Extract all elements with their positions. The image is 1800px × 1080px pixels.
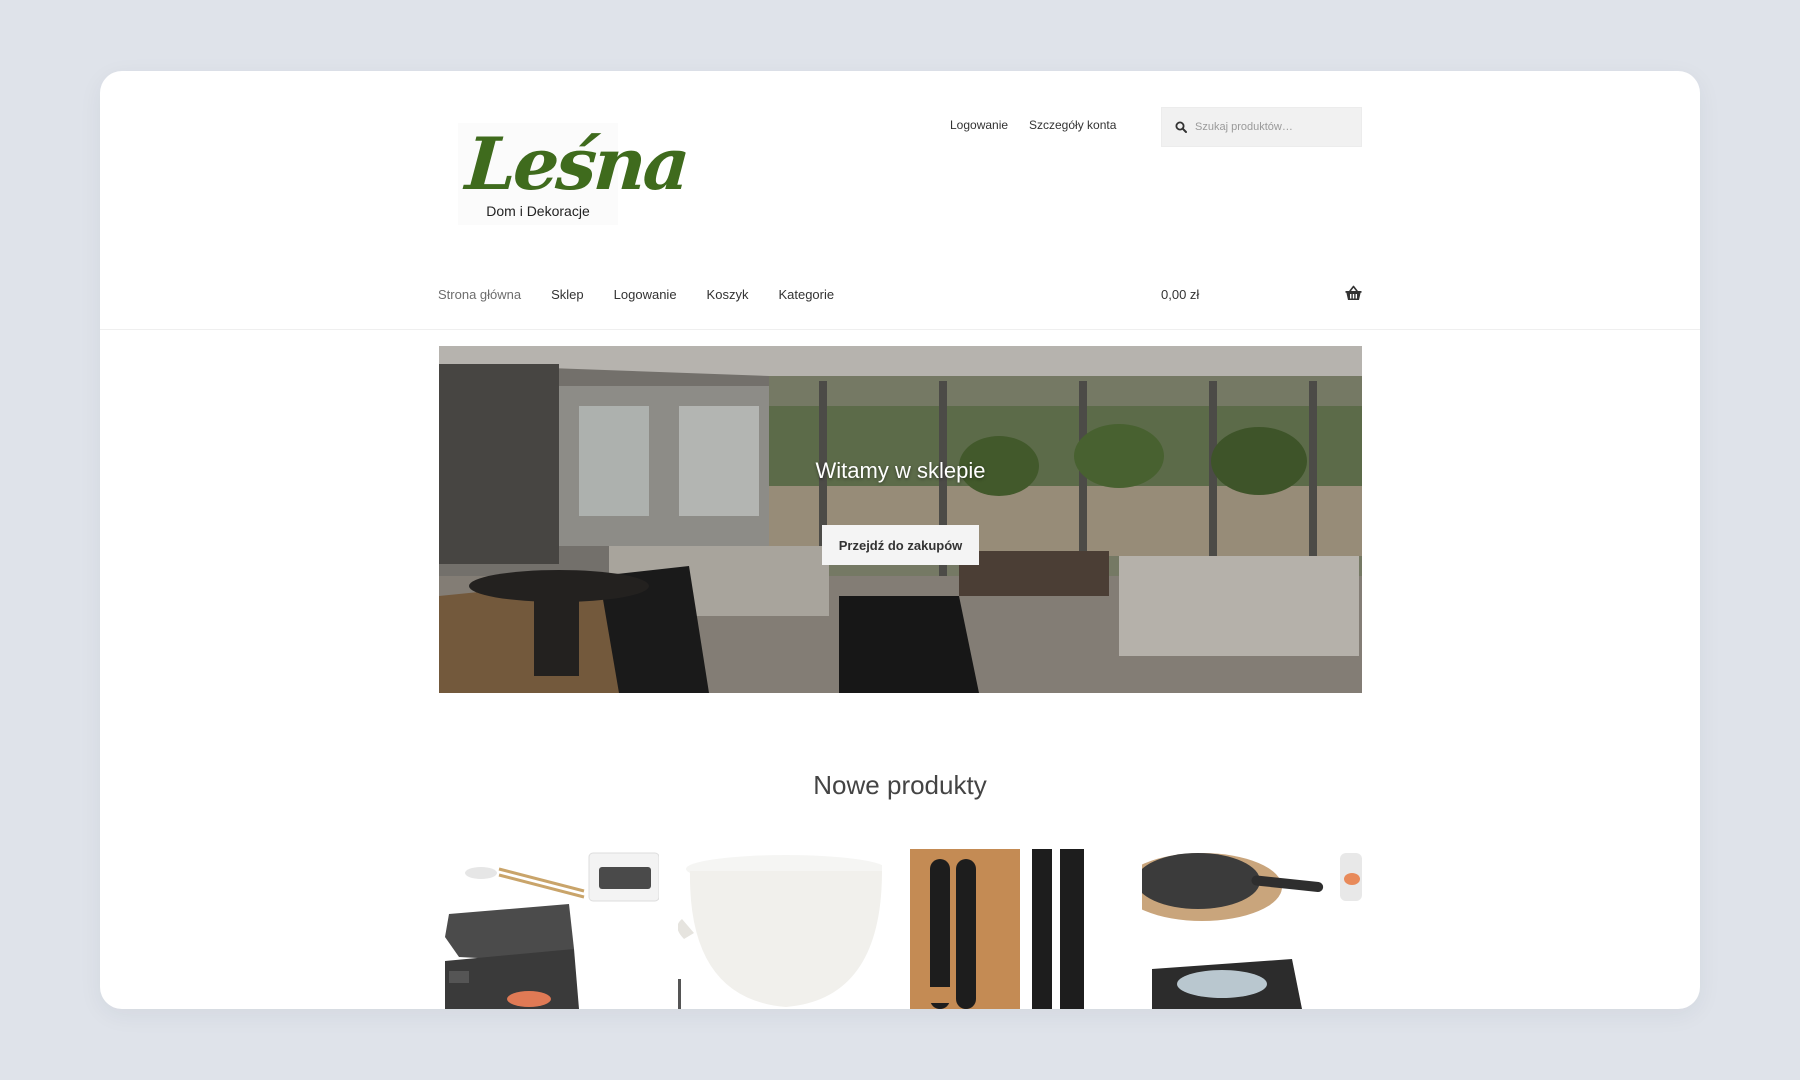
cart-total[interactable]: 0,00 zł (1161, 287, 1199, 302)
product-image (1142, 849, 1362, 1009)
product-card-sushi-set[interactable] (439, 849, 659, 1009)
new-products-heading: Nowe produkty (813, 770, 987, 800)
account-details-link[interactable]: Szczegóły konta (1029, 118, 1116, 132)
search-icon (1175, 121, 1187, 133)
nav-item-cart[interactable]: Koszyk (707, 287, 749, 302)
search-input[interactable] (1195, 121, 1355, 133)
logo-wordmark: Leśna (463, 121, 690, 206)
product-grid (439, 849, 1362, 1009)
product-card-frying-pan[interactable] (1142, 849, 1362, 1009)
product-card-ceramic-dish[interactable] (678, 849, 882, 1009)
basket-icon[interactable] (1345, 285, 1362, 301)
browser-card: Leśna Dom i Dekoracje Logowanie Szczegół… (100, 71, 1700, 1009)
hero-image (439, 346, 1362, 693)
logo-tagline: Dom i Dekoracje (486, 203, 590, 219)
product-image (910, 849, 1115, 1009)
header-divider (100, 329, 1700, 330)
hero-banner: Witamy w sklepie Przejdź do zakupów (439, 346, 1362, 693)
shop-now-button[interactable]: Przejdź do zakupów (822, 525, 979, 565)
nav-item-shop[interactable]: Sklep (551, 287, 584, 302)
login-link[interactable]: Logowanie (950, 118, 1008, 132)
product-image (439, 849, 659, 1009)
primary-nav: Strona główna Sklep Logowanie Koszyk Kat… (438, 287, 864, 302)
nav-item-home[interactable]: Strona główna (438, 287, 521, 302)
nav-item-categories[interactable]: Kategorie (778, 287, 834, 302)
product-image (678, 849, 882, 1009)
site-logo[interactable]: Leśna Dom i Dekoracje (458, 121, 690, 225)
product-card-scissors[interactable] (910, 849, 1115, 1009)
nav-item-login[interactable]: Logowanie (614, 287, 677, 302)
hero-title: Witamy w sklepie (815, 458, 986, 483)
product-search (1161, 107, 1362, 147)
